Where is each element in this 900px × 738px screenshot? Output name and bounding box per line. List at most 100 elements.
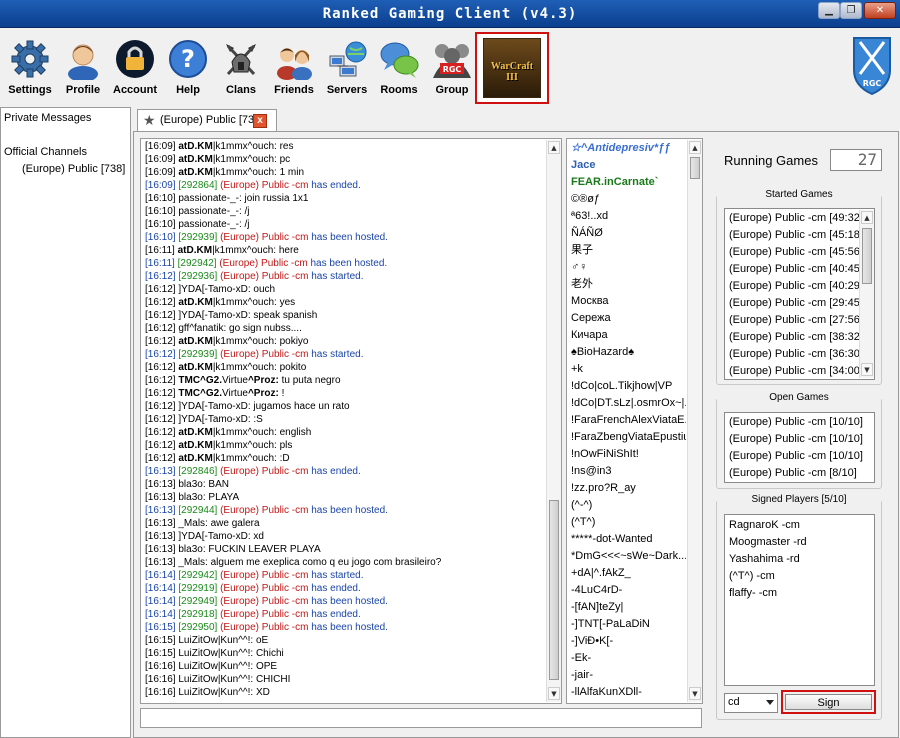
user-list-item[interactable]: +dA|^.fAkZ_ <box>568 565 686 582</box>
tab-close-button[interactable]: x <box>253 114 267 128</box>
tab-europe-public[interactable]: ★ (Europe) Public [738] x <box>137 109 277 131</box>
started-game-item[interactable]: (Europe) Public -cm [36:30] <box>725 346 863 363</box>
started-game-item[interactable]: (Europe) Public -cm [45:56] <box>725 244 863 261</box>
signed-players-list[interactable]: RagnaroK -cm Moogmaster -rd Yashahima -rd(… <box>724 514 875 686</box>
open-games-list[interactable]: (Europe) Public -cm [10/10] (Europe) Publ… <box>724 412 875 483</box>
started-game-item[interactable]: (Europe) Public -cm [40:29] <box>725 278 863 295</box>
private-messages-item[interactable]: Private Messages <box>4 112 91 124</box>
user-list-item[interactable]: (^T^) <box>568 514 686 531</box>
user-list-item[interactable]: Jace <box>568 157 686 174</box>
toolbar-rooms[interactable]: Rooms <box>371 38 427 96</box>
chat-scrollbar[interactable]: ▲ ▼ <box>546 140 561 702</box>
official-channels-item[interactable]: Official Channels <box>4 146 87 158</box>
user-list-item[interactable]: !zz.pro?R_ay <box>568 480 686 497</box>
user-list-item[interactable]: +k <box>568 361 686 378</box>
user-list-item[interactable]: -Ek- <box>568 650 686 667</box>
toolbar-group[interactable]: RGC Group <box>424 38 480 96</box>
user-list-item[interactable]: !FaraFrenchAlexViataE... <box>568 412 686 429</box>
maximize-button[interactable]: ❐ <box>840 2 862 19</box>
user-list-item[interactable]: !nOwFiNiShIt! <box>568 446 686 463</box>
title-bar: Ranked Gaming Client (v4.3) ▁ ❐ ✕ <box>0 0 900 28</box>
toolbar-settings[interactable]: Settings <box>2 38 58 96</box>
started-game-item[interactable]: (Europe) Public -cm [29:45] <box>725 295 863 312</box>
signed-player-item[interactable]: RagnaroK -cm <box>725 517 874 534</box>
chat-message: [16:12] [292936] (Europe) Public -cm has… <box>145 270 545 283</box>
user-list-item[interactable]: ☆^Antidepresiv*ƒƒ <box>568 140 686 157</box>
channel-europe-public[interactable]: (Europe) Public [738] <box>22 163 125 175</box>
started-game-item[interactable]: (Europe) Public -cm [27:56] <box>725 312 863 329</box>
toolbar-account[interactable]: Account <box>107 38 163 96</box>
user-list-item[interactable]: !dCo|coL.Tikjhow|VP <box>568 378 686 395</box>
scroll-down-icon[interactable]: ▼ <box>689 687 701 700</box>
user-list-item[interactable]: *****-dot-Wanted <box>568 531 686 548</box>
started-game-item[interactable]: (Europe) Public -cm [38:32] <box>725 329 863 346</box>
user-list-item[interactable]: ÑÁÑØ <box>568 225 686 242</box>
warcraft-game-button[interactable]: WarCraft III <box>475 32 549 104</box>
chat-text: LuiZitOw|Kun^^!: OPE <box>178 661 278 672</box>
signed-player-item[interactable]: Yashahima -rd <box>725 551 874 568</box>
chevron-down-icon <box>766 700 774 705</box>
user-list-item[interactable]: -llAlfaKunXDll- <box>568 684 686 701</box>
user-list-item[interactable]: 果子 <box>568 242 686 259</box>
scroll-up-icon[interactable]: ▲ <box>689 141 701 154</box>
user-list-item[interactable]: 老外 <box>568 276 686 293</box>
user-list-item[interactable]: ♠BioHazard♠ <box>568 344 686 361</box>
chat-message: [16:09] atD.KM|k1mmx^ouch: res <box>145 140 545 153</box>
user-list-item[interactable]: ©®øƒ <box>568 191 686 208</box>
chat-log[interactable]: [16:09] atD.KM|k1mmx^ouch: res [16:09] at… <box>140 138 562 704</box>
user-list-item[interactable]: Москва <box>568 293 686 310</box>
started-games-list[interactable]: (Europe) Public -cm [49:32] (Europe) Publ… <box>724 208 875 380</box>
user-list-item[interactable]: -jair- <box>568 667 686 684</box>
open-games-title: Open Games <box>766 392 832 403</box>
user-list-item[interactable]: !ns@in3 <box>568 463 686 480</box>
user-list-item[interactable]: Сережа <box>568 310 686 327</box>
user-list-item[interactable]: ª63!..xd <box>568 208 686 225</box>
minimize-button[interactable]: ▁ <box>818 2 840 19</box>
user-list-item[interactable]: -4LuC4rD- <box>568 582 686 599</box>
open-game-item[interactable]: (Europe) Public -cm [8/10] <box>725 465 874 482</box>
open-game-item[interactable]: (Europe) Public -cm [10/10] <box>725 414 874 431</box>
user-list-item[interactable]: !dCo|DT.sLz|.osmrOx~|... <box>568 395 686 412</box>
chat-timestamp: [16:10] <box>145 193 176 204</box>
sign-button[interactable]: Sign <box>781 690 876 714</box>
user-list-item[interactable]: -]TNT[-PaLaDiN <box>568 616 686 633</box>
scroll-up-icon[interactable]: ▲ <box>548 141 560 154</box>
user-list-item[interactable]: *DmG<<<~sWe~Dark... <box>568 548 686 565</box>
open-game-item[interactable]: (Europe) Public -cm [10/10] <box>725 448 874 465</box>
chat-input[interactable] <box>140 708 702 728</box>
user-list[interactable]: ☆^Antidepresiv*ƒƒ Jace FEAR.inCarnate` ©®øƒ… <box>566 138 703 704</box>
chat-scroll-thumb[interactable] <box>549 500 559 680</box>
toolbar-servers[interactable]: Servers <box>319 38 375 96</box>
started-game-item[interactable]: (Europe) Public -cm [49:32] <box>725 210 863 227</box>
toolbar-help[interactable]: ? Help <box>160 38 216 96</box>
chat-message: [16:12] atD.KM|k1mmx^ouch: english <box>145 426 545 439</box>
started-scroll-thumb[interactable] <box>862 228 872 284</box>
scroll-down-icon[interactable]: ▼ <box>861 363 873 376</box>
user-list-item[interactable]: ♂♀ <box>568 259 686 276</box>
user-list-item[interactable]: FEAR.inCarnate` <box>568 174 686 191</box>
chat-text: |k1mmx^ouch: pokiyo <box>212 336 309 347</box>
user-list-item[interactable]: -]ViÐ•K[- <box>568 633 686 650</box>
user-list-item[interactable]: !FaraZbengViataEpustiu <box>568 429 686 446</box>
started-scrollbar[interactable]: ▲ ▼ <box>859 210 874 378</box>
scroll-up-icon[interactable]: ▲ <box>861 211 873 224</box>
game-mode-select[interactable]: cd <box>724 693 778 713</box>
user-list-scrollbar[interactable]: ▲ ▼ <box>687 140 702 702</box>
scroll-down-icon[interactable]: ▼ <box>548 687 560 700</box>
open-game-item[interactable]: (Europe) Public -cm [10/10] <box>725 431 874 448</box>
started-game-item[interactable]: (Europe) Public -cm [34:00] <box>725 363 863 379</box>
started-game-item[interactable]: (Europe) Public -cm [40:45] <box>725 261 863 278</box>
user-list-item[interactable]: (^-^) <box>568 497 686 514</box>
started-game-item[interactable]: (Europe) Public -cm [45:18] <box>725 227 863 244</box>
user-list-item[interactable]: -[fAN]teZy| <box>568 599 686 616</box>
signed-player-item[interactable]: Moogmaster -rd <box>725 534 874 551</box>
signed-player-item[interactable]: (^T^) -cm <box>725 568 874 585</box>
user-list-item[interactable]: Кичара <box>568 327 686 344</box>
close-button[interactable]: ✕ <box>864 2 896 19</box>
toolbar-clans[interactable]: Clans <box>213 38 269 96</box>
game-name: (Europe) Public -cm <box>220 505 309 516</box>
signed-player-item[interactable]: flaffy- -cm <box>725 585 874 602</box>
toolbar-profile[interactable]: Profile <box>55 38 111 96</box>
user-scroll-thumb[interactable] <box>690 157 700 179</box>
toolbar-friends[interactable]: Friends <box>266 38 322 96</box>
